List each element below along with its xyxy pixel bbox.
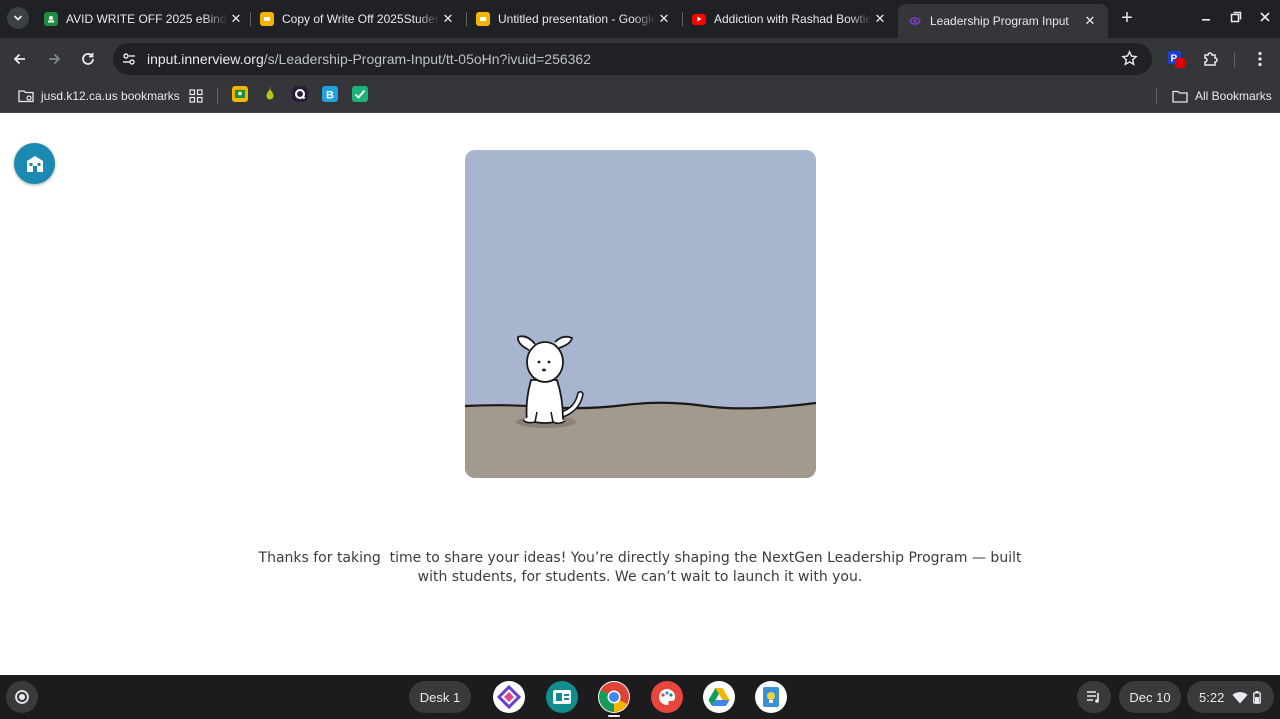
site-info-icon[interactable] (121, 51, 137, 72)
tab-divider (682, 12, 683, 26)
close-icon[interactable]: ✕ (1082, 13, 1098, 29)
slides-icon (476, 12, 490, 26)
tab-leadership-program-input[interactable]: Leadership Program Input ✕ (898, 4, 1108, 38)
app-drive-icon[interactable] (703, 681, 735, 713)
bookmark-classroom-icon[interactable] (232, 86, 248, 102)
slides-icon (260, 12, 274, 26)
address-bar[interactable]: input.innerview.org/s/Leadership-Program… (113, 43, 1152, 75)
system-shelf: Desk 1 Dec 10 5:22 (0, 675, 1280, 719)
close-window-icon (1260, 12, 1270, 22)
tab-title: Untitled presentation - Google (498, 12, 656, 26)
folder-icon (1172, 90, 1188, 103)
tab-title: Copy of Write Off 2025Student (282, 12, 440, 26)
battery-icon (1253, 690, 1262, 704)
tab-addiction-video[interactable]: Addiction with Rashad Bowtie ✕ (692, 4, 888, 34)
desk-button[interactable]: Desk 1 (409, 681, 471, 713)
restore-icon (1230, 11, 1242, 23)
close-icon[interactable]: ✕ (440, 11, 456, 27)
more-vert-icon (1258, 51, 1262, 67)
tab-search-button[interactable] (7, 7, 29, 29)
thank-you-message: Thanks for taking time to share your ide… (258, 550, 1026, 585)
toolbar-divider (1234, 52, 1235, 68)
tab-divider (250, 12, 251, 26)
apps-shortcut[interactable] (189, 86, 203, 106)
close-icon[interactable]: ✕ (872, 11, 888, 27)
extension-p-icon[interactable]: P (1166, 49, 1186, 69)
url-text: input.innerview.org/s/Leadership-Program… (147, 51, 591, 67)
back-button[interactable] (9, 48, 31, 70)
running-indicator (608, 715, 620, 717)
bookmarks-divider (1156, 88, 1157, 104)
close-icon[interactable]: ✕ (228, 11, 244, 27)
bookmark-b-icon[interactable]: B (322, 86, 338, 102)
app-chrome-icon[interactable] (598, 681, 630, 713)
chevron-down-icon (13, 15, 23, 21)
browser-toolbar: input.innerview.org/s/Leadership-Program… (0, 38, 1280, 80)
bookmark-folder-jusd[interactable]: jusd.k12.ca.us bookmarks (18, 86, 180, 106)
tab-copy-of-write-off[interactable]: Copy of Write Off 2025Student ✕ (260, 4, 456, 34)
launcher-button[interactable] (6, 681, 38, 713)
reload-icon (82, 53, 94, 65)
all-bookmarks-label: All Bookmarks (1195, 89, 1272, 103)
extensions-puzzle-icon[interactable] (1200, 49, 1220, 69)
ground (465, 402, 816, 478)
app-canvas-icon[interactable] (651, 681, 683, 713)
bookmark-check-icon[interactable] (352, 86, 368, 102)
bookmark-pear-icon[interactable] (262, 86, 278, 102)
forward-button[interactable] (43, 48, 65, 70)
launcher-icon (15, 690, 29, 704)
apps-grid-icon (189, 89, 203, 103)
url-host: input.innerview.org (147, 51, 264, 67)
playlist-icon (1087, 691, 1099, 703)
minimize-icon (1202, 19, 1210, 21)
tab-title: Addiction with Rashad Bowtie (714, 12, 872, 26)
bookmark-star-icon[interactable] (1121, 50, 1138, 72)
bookmarks-bar: jusd.k12.ca.us bookmarks B All Bookmarks (0, 80, 1280, 113)
new-tab-button[interactable]: + (1117, 8, 1137, 28)
page-content: Thanks for taking time to share your ide… (0, 113, 1280, 675)
tab-title: AVID WRITE OFF 2025 eBinder (66, 12, 228, 26)
close-window-button[interactable] (1254, 6, 1276, 28)
arrow-left-icon (13, 53, 25, 65)
innerview-icon (908, 14, 922, 28)
date-tray[interactable]: Dec 10 (1119, 681, 1181, 713)
wifi-icon (1232, 691, 1248, 703)
reload-button[interactable] (77, 48, 99, 70)
clock: 5:22 (1199, 689, 1225, 705)
accessibility-icon (26, 155, 43, 172)
tab-strip: AVID WRITE OFF 2025 eBinder ✕ Copy of Wr… (0, 0, 1280, 38)
classroom-icon (44, 12, 58, 26)
completion-illustration (465, 150, 816, 478)
close-icon[interactable]: ✕ (656, 11, 672, 27)
arrow-right-icon (49, 53, 61, 65)
app-diamond-icon[interactable] (493, 681, 525, 713)
all-bookmarks-button[interactable]: All Bookmarks (1172, 86, 1272, 106)
url-path: /s/Leadership-Program-Input/tt-05oHn?ivu… (263, 51, 592, 67)
accessibility-button[interactable] (14, 143, 55, 184)
minimize-button[interactable] (1195, 6, 1217, 28)
bookmarks-divider (217, 88, 218, 104)
more-menu-button[interactable] (1250, 49, 1270, 69)
tab-title: Leadership Program Input (930, 14, 1069, 28)
bookmark-folder-label: jusd.k12.ca.us bookmarks (41, 89, 180, 103)
media-controls-button[interactable] (1077, 681, 1111, 713)
bookmark-quizizz-icon[interactable] (292, 86, 308, 102)
restore-button[interactable] (1225, 6, 1247, 28)
tab-avid-write-off[interactable]: AVID WRITE OFF 2025 eBinder ✕ (44, 4, 244, 34)
youtube-icon (692, 13, 706, 25)
tab-untitled-presentation[interactable]: Untitled presentation - Google ✕ (476, 4, 672, 34)
tab-divider (466, 12, 467, 26)
svg-text:B: B (326, 90, 334, 102)
app-keep-icon[interactable] (755, 681, 787, 713)
status-tray[interactable]: 5:22 (1187, 681, 1274, 713)
app-classroom-icon[interactable] (546, 681, 578, 713)
managed-folder-icon (18, 90, 34, 103)
